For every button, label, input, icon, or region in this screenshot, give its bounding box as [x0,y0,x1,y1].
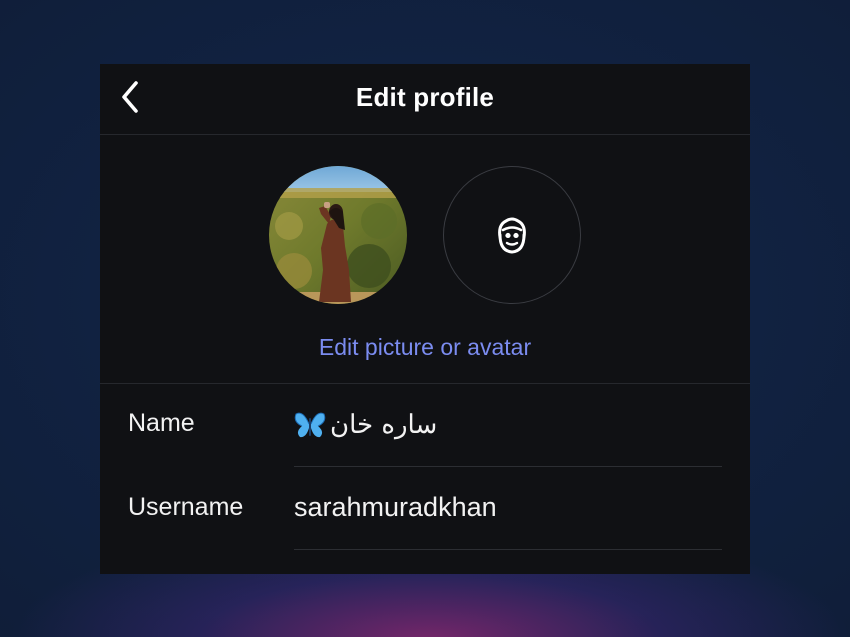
name-value: ساره خان [330,409,438,440]
section-divider [100,383,750,384]
avatar-face-icon [498,217,526,254]
name-field[interactable]: ساره خان [294,408,722,440]
edit-profile-panel: Edit profile Edit picture or avatar Name… [100,64,750,574]
username-label: Username [128,493,244,521]
name-label: Name [128,409,195,437]
avatar-button[interactable] [443,166,581,304]
username-field[interactable]: sarahmuradkhan [294,492,722,523]
edit-picture-link[interactable]: Edit picture or avatar [100,334,750,361]
avatar-row [100,164,750,304]
butterfly-icon [294,412,326,437]
profile-photo-image [269,166,407,304]
header: Edit profile [100,64,750,135]
name-underline [294,466,722,467]
username-underline [294,549,722,550]
profile-photo[interactable] [269,166,407,304]
page-title: Edit profile [355,82,495,112]
